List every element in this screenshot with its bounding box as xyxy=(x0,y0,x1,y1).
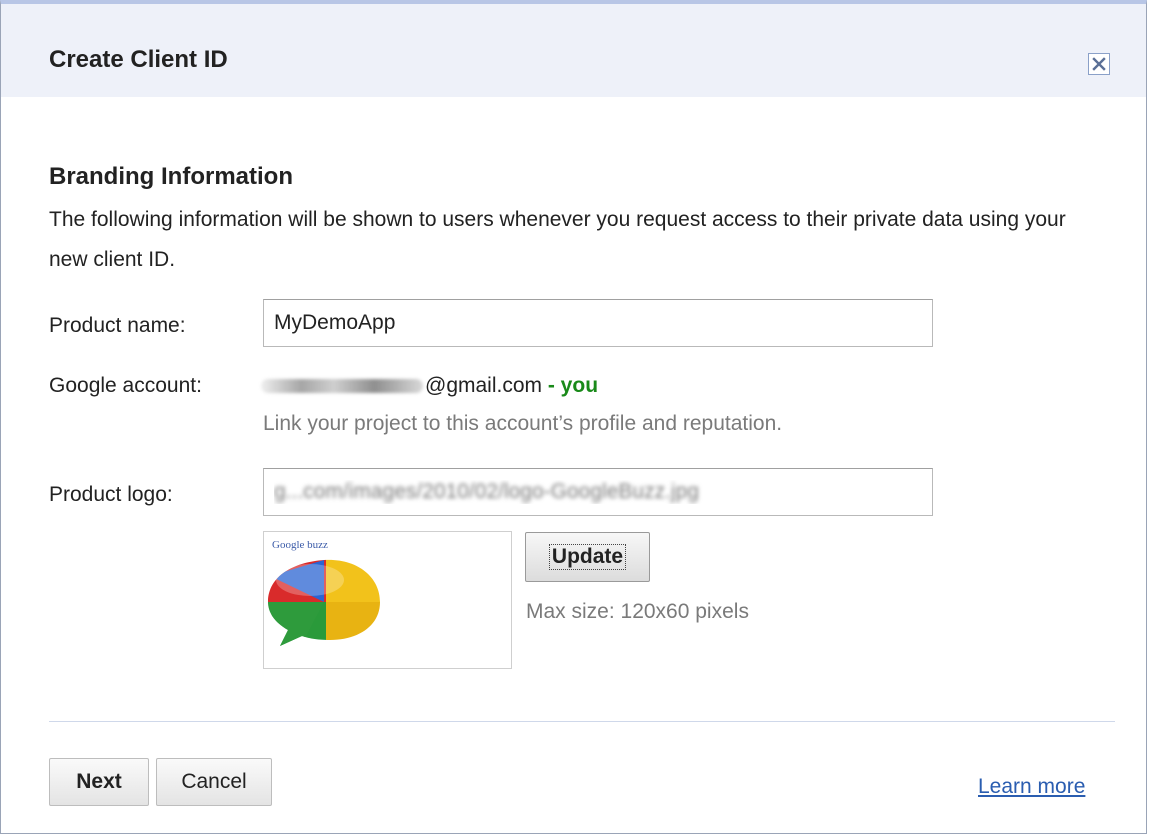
you-badge: - you xyxy=(547,374,599,397)
google-account-label: Google account: xyxy=(49,374,202,397)
dialog-title: Create Client ID xyxy=(49,46,228,73)
footer-divider xyxy=(49,721,1115,722)
close-icon xyxy=(1092,57,1106,71)
product-logo-url-input[interactable] xyxy=(263,468,933,516)
create-client-id-dialog: Create Client ID Branding Information Th… xyxy=(0,0,1147,834)
branding-description: The following information will be shown … xyxy=(49,208,1066,271)
cancel-button[interactable]: Cancel xyxy=(156,758,272,806)
product-name-label: Product name: xyxy=(49,314,186,337)
max-size-text: Max size: 120x60 pixels xyxy=(526,600,749,623)
google-account-value: @gmail.com - you xyxy=(261,374,598,398)
update-button[interactable]: Update xyxy=(525,532,650,582)
logo-preview: Google buzz xyxy=(263,531,512,669)
redacted-email xyxy=(261,379,423,394)
logo-caption: Google buzz xyxy=(272,539,328,551)
close-button[interactable] xyxy=(1088,53,1110,75)
update-label: Update xyxy=(548,544,627,570)
dialog-titlebar: Create Client ID xyxy=(1,4,1146,97)
google-buzz-logo: Google buzz xyxy=(268,539,380,646)
branding-heading: Branding Information xyxy=(49,163,293,190)
product-name-input[interactable] xyxy=(263,299,933,347)
google-account-hint: Link your project to this account’s prof… xyxy=(263,412,783,435)
product-logo-label: Product logo: xyxy=(49,483,173,506)
email-suffix: @gmail.com xyxy=(425,374,543,397)
next-button[interactable]: Next xyxy=(49,758,149,806)
learn-more-link[interactable]: Learn more xyxy=(978,775,1085,799)
